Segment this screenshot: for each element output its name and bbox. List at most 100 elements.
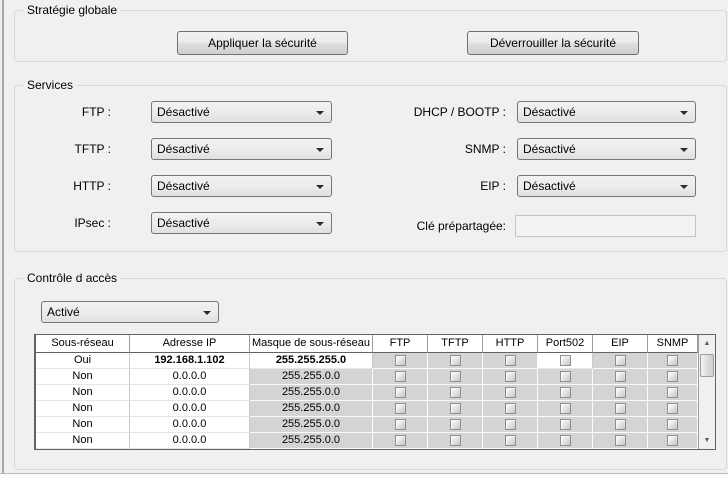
mask-cell[interactable]: 255.255.0.0 [250,369,373,385]
eip-checkbox[interactable] [615,403,626,414]
eip-checkbox[interactable] [615,355,626,366]
subnet-cell[interactable]: Non [36,369,130,385]
ipsec-label: IPsec : [15,212,111,234]
ip-cell[interactable]: 0.0.0.0 [130,433,250,449]
port502-checkbox-cell [538,433,593,449]
dhcp-bootp-service-dropdown[interactable]: Désactivé [517,101,696,123]
port502-checkbox-cell [538,417,593,433]
http-checkbox-cell [483,433,538,449]
ftp-checkbox[interactable] [395,355,406,366]
ftp-label: FTP : [15,101,111,123]
port502-checkbox[interactable] [560,371,571,382]
http-checkbox[interactable] [505,355,516,366]
ip-cell[interactable]: 192.168.1.102 [130,353,250,369]
snmp-checkbox[interactable] [667,403,678,414]
http-service-dropdown[interactable]: Désactivé [151,175,332,197]
tftp-checkbox-cell [428,353,483,369]
ftp-service-dropdown[interactable]: Désactivé [151,101,332,123]
table-header-row: Sous-réseau Adresse IP Masque de sous-ré… [36,335,698,353]
scrollbar-thumb[interactable] [700,354,714,377]
bottom-edge [0,473,728,478]
port502-checkbox[interactable] [560,387,571,398]
http-checkbox[interactable] [505,403,516,414]
mask-cell[interactable]: 255.255.0.0 [250,401,373,417]
port502-checkbox-cell [538,369,593,385]
port502-checkbox-cell [538,353,593,369]
ftp-checkbox[interactable] [395,435,406,446]
ip-cell[interactable]: 0.0.0.0 [130,417,250,433]
subnet-cell[interactable]: Non [36,417,130,433]
snmp-checkbox[interactable] [667,371,678,382]
snmp-checkbox[interactable] [667,435,678,446]
eip-checkbox[interactable] [615,435,626,446]
mask-cell[interactable]: 255.255.0.0 [250,417,373,433]
col-header-mask: Masque de sous-réseau [250,335,373,353]
eip-service-dropdown[interactable]: Désactivé [517,175,696,197]
ftp-checkbox[interactable] [395,371,406,382]
tftp-checkbox[interactable] [450,419,461,430]
tftp-checkbox-cell [428,401,483,417]
scroll-up-icon[interactable]: ▲ [699,336,715,351]
group-title-strategie: Stratégie globale [23,3,121,18]
tftp-checkbox[interactable] [450,355,461,366]
ftp-checkbox[interactable] [395,419,406,430]
eip-checkbox-cell [593,401,648,417]
table-row: Non 0.0.0.0 255.255.0.0 [36,401,698,417]
dropdown-value: Désactivé [523,102,576,122]
port502-checkbox[interactable] [560,355,571,366]
http-checkbox-cell [483,401,538,417]
tftp-service-dropdown[interactable]: Désactivé [151,138,332,160]
col-header-eip: EIP [593,335,648,353]
mask-cell[interactable]: 255.255.0.0 [250,385,373,401]
ip-cell[interactable]: 0.0.0.0 [130,369,250,385]
eip-checkbox[interactable] [615,371,626,382]
chevron-down-icon [680,111,688,115]
table-vertical-scrollbar[interactable]: ▲ ▼ [698,335,715,449]
tftp-checkbox[interactable] [450,403,461,414]
tftp-checkbox[interactable] [450,371,461,382]
subnet-cell[interactable]: Non [36,433,130,449]
snmp-checkbox-cell [648,353,698,369]
dropdown-value: Désactivé [157,139,210,159]
snmp-checkbox[interactable] [667,355,678,366]
snmp-checkbox[interactable] [667,387,678,398]
scroll-down-icon[interactable]: ▼ [699,433,715,448]
subnet-cell[interactable]: Non [36,401,130,417]
ftp-checkbox[interactable] [395,403,406,414]
mask-cell[interactable]: 255.255.255.0 [250,353,373,369]
col-header-subnet: Sous-réseau [36,335,130,353]
unlock-security-button[interactable]: Déverrouiller la sécurité [467,31,639,55]
chevron-down-icon [203,311,211,315]
ipsec-service-dropdown[interactable]: Désactivé [151,212,332,234]
http-checkbox[interactable] [505,387,516,398]
col-header-http: HTTP [483,335,538,353]
tftp-label: TFTP : [15,138,111,160]
tftp-checkbox[interactable] [450,387,461,398]
ftp-checkbox-cell [373,417,428,433]
col-header-tftp: TFTP [428,335,483,353]
ip-cell[interactable]: 0.0.0.0 [130,401,250,417]
mask-cell[interactable]: 255.255.0.0 [250,433,373,449]
eip-checkbox[interactable] [615,419,626,430]
tftp-checkbox[interactable] [450,435,461,446]
dropdown-value: Désactivé [523,176,576,196]
table-row: Oui 192.168.1.102 255.255.255.0 [36,353,698,369]
dropdown-value: Activé [47,302,80,322]
apply-security-button[interactable]: Appliquer la sécurité [177,31,348,55]
http-checkbox[interactable] [505,419,516,430]
http-checkbox[interactable] [505,371,516,382]
port502-checkbox[interactable] [560,435,571,446]
http-checkbox[interactable] [505,435,516,446]
preshared-key-input[interactable] [515,215,696,237]
port502-checkbox[interactable] [560,419,571,430]
ftp-checkbox[interactable] [395,387,406,398]
snmp-checkbox[interactable] [667,419,678,430]
eip-checkbox[interactable] [615,387,626,398]
snmp-service-dropdown[interactable]: Désactivé [517,138,696,160]
access-control-mode-dropdown[interactable]: Activé [41,301,219,323]
subnet-cell[interactable]: Oui [36,353,130,369]
ip-cell[interactable]: 0.0.0.0 [130,385,250,401]
ftp-checkbox-cell [373,369,428,385]
port502-checkbox[interactable] [560,403,571,414]
subnet-cell[interactable]: Non [36,385,130,401]
